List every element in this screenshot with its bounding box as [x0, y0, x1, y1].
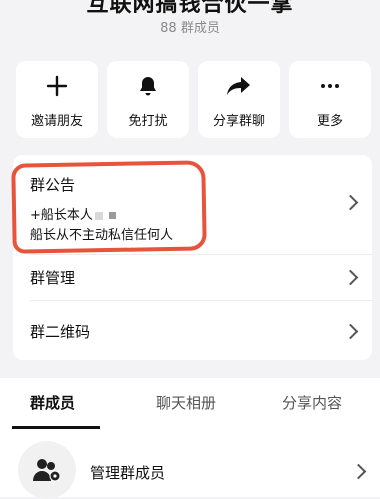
mute-label: 免打扰	[128, 114, 168, 129]
invite-friends-button[interactable]: 邀请朋友	[16, 61, 98, 138]
share-icon	[198, 73, 280, 99]
group-settings-card: 群公告 +船长本人 船长从不主动私信任何人 群管理 群二维码	[11, 155, 372, 360]
red-highlight-annotation	[11, 160, 207, 254]
member-tabs: 群成员 聊天相册 分享内容	[0, 378, 380, 430]
more-icon	[289, 73, 371, 99]
chevron-right-icon	[342, 269, 359, 286]
plus-icon	[16, 73, 98, 99]
chevron-right-icon	[342, 323, 359, 340]
chevron-right-icon	[350, 463, 367, 480]
invite-friends-label: 邀请朋友	[30, 114, 83, 129]
group-notice-row[interactable]: 群公告 +船长本人 船长从不主动私信任何人	[11, 155, 372, 254]
chevron-right-icon	[342, 194, 359, 211]
manage-members-icon	[18, 441, 76, 499]
mute-button[interactable]: 免打扰	[107, 61, 189, 138]
more-button[interactable]: 更多	[289, 61, 371, 138]
bell-icon	[107, 73, 189, 99]
tab-members[interactable]: 群成员	[30, 392, 75, 413]
group-management-row[interactable]: 群管理	[13, 255, 372, 300]
group-qr-code-row[interactable]: 群二维码	[13, 301, 372, 360]
more-label: 更多	[316, 114, 343, 129]
share-group-label: 分享群聊	[212, 114, 265, 129]
manage-members-row[interactable]: 管理群成员	[0, 430, 380, 499]
tab-shared-content[interactable]: 分享内容	[282, 392, 342, 413]
active-tab-indicator	[12, 426, 100, 429]
group-qr-code-label: 群二维码	[30, 323, 91, 341]
quick-actions: 邀请朋友 免打扰 分享群聊 更多	[16, 61, 372, 138]
manage-members-label: 管理群成员	[90, 464, 166, 482]
group-management-label: 群管理	[30, 269, 76, 287]
group-name-title: 互联网搞钱合伙一掌	[86, 0, 294, 17]
share-group-button[interactable]: 分享群聊	[198, 61, 280, 138]
member-count: 88 群成员	[160, 21, 220, 36]
tab-chat-album[interactable]: 聊天相册	[156, 392, 216, 413]
